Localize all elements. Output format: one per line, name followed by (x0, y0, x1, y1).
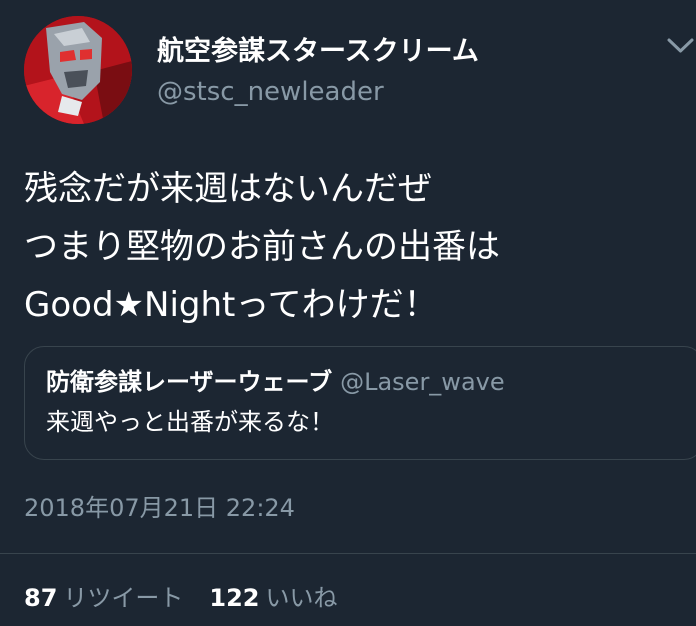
robot-avatar-icon (24, 16, 132, 124)
quoted-tweet-header: 防衛参謀レーザーウェーブ @Laser_wave (46, 365, 505, 402)
quoted-author-handle: @Laser_wave (340, 368, 505, 396)
tweet-text-line: 残念だが来週はないんだぜ (24, 169, 432, 209)
retweets-stat[interactable]: 87 リツイート (24, 584, 183, 612)
divider (0, 553, 696, 554)
likes-count: 122 (209, 584, 260, 612)
retweets-count: 87 (24, 584, 58, 612)
tweet-text: 残念だが来週はないんだぜ つまり堅物のお前さんの出番は Good★Nightって… (24, 160, 674, 334)
author-handle[interactable]: @stsc_newleader (157, 76, 384, 108)
author-display-name[interactable]: 航空参謀スタースクリーム (157, 34, 479, 70)
tweet-text-line: つまり堅物のお前さんの出番は (24, 227, 500, 267)
tweet-timestamp[interactable]: 2018年07月21日 22:24 (24, 492, 295, 524)
likes-label: いいね (265, 584, 338, 612)
likes-stat[interactable]: 122 いいね (209, 584, 337, 612)
retweets-label: リツイート (63, 584, 184, 612)
tweet-text-line: Good★Nightってわけだ！ (24, 285, 438, 325)
quoted-author-display-name: 防衛参謀レーザーウェーブ (46, 368, 333, 396)
chevron-down-icon[interactable] (665, 30, 696, 60)
tweet-stats: 87 リツイート 122 いいね (24, 582, 338, 614)
quoted-tweet[interactable]: 防衛参謀レーザーウェーブ @Laser_wave 来週やっと出番が来るな！ (24, 346, 696, 460)
avatar[interactable] (24, 16, 132, 124)
quoted-tweet-text: 来週やっと出番が来るな！ (46, 408, 334, 436)
